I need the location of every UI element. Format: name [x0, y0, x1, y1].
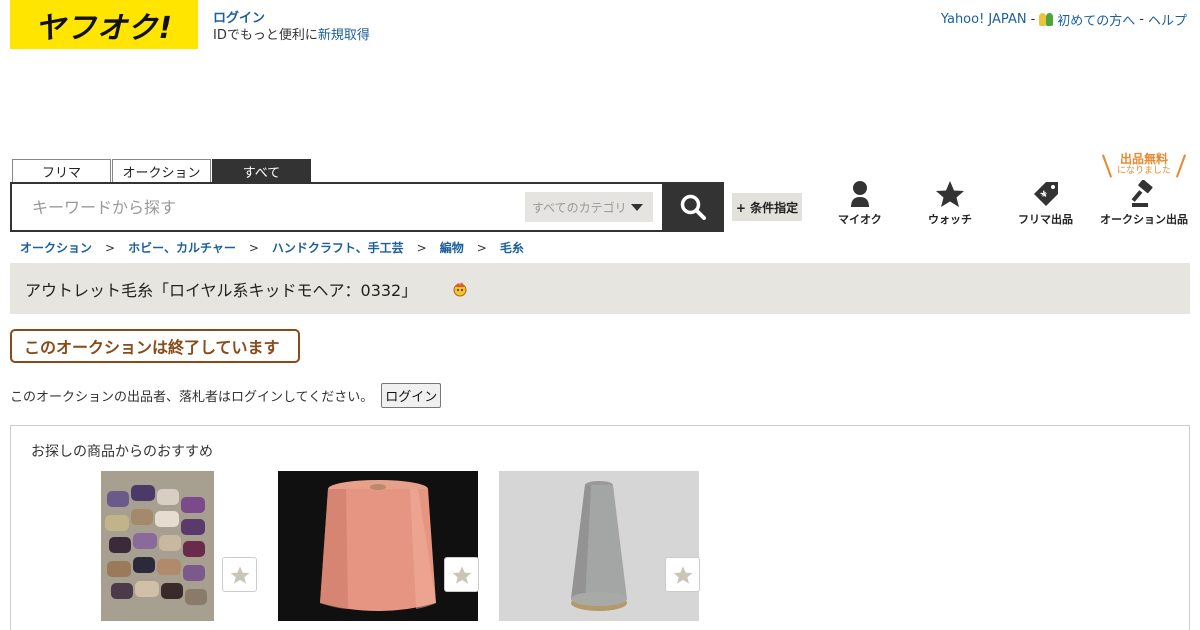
- gavel-icon: [1131, 180, 1153, 207]
- nav-myauction-label: マイオク: [838, 213, 882, 226]
- salmon-cone-image: [278, 471, 478, 621]
- search-box: すべてのカテゴリ: [10, 182, 724, 232]
- login-box: ログイン IDでもっと便利に新規取得: [213, 10, 370, 44]
- yahuoku-logo[interactable]: ヤフオク!: [10, 0, 198, 49]
- nav-myauction[interactable]: マイオク: [838, 180, 882, 227]
- item-title: アウトレット毛糸「ロイヤル系キッドモヘア：0332」: [25, 280, 418, 300]
- price-tag-icon: ¥: [1033, 182, 1058, 206]
- yahoo-japan-link[interactable]: Yahoo! JAPAN: [941, 12, 1027, 27]
- item-title-bar: アウトレット毛糸「ロイヤル系キッドモヘア：0332」: [10, 263, 1190, 314]
- breadcrumb-separator: >: [416, 240, 427, 255]
- breadcrumb: オークション > ホビー、カルチャー > ハンドクラフト、手工芸 > 編物 > …: [20, 239, 524, 256]
- caret-down-icon: [630, 203, 643, 211]
- beginner-leaf-icon: [1039, 12, 1054, 27]
- free-banner-sub: になりました: [1116, 166, 1171, 176]
- tab-all[interactable]: すべて: [212, 159, 311, 183]
- breadcrumb-item[interactable]: 編物: [440, 239, 464, 256]
- product-image-salmon-cone[interactable]: [278, 471, 478, 621]
- product-image-gray-cone[interactable]: [499, 471, 699, 621]
- star-icon: [936, 181, 964, 207]
- breadcrumb-item[interactable]: オークション: [20, 239, 92, 256]
- free-listing-banner[interactable]: 出品無料 になりました: [1101, 152, 1187, 178]
- nav-watch-label: ウォッチ: [928, 213, 972, 226]
- login-link[interactable]: ログイン: [213, 11, 265, 26]
- watch-button[interactable]: [665, 557, 700, 592]
- breadcrumb-item[interactable]: 毛糸: [500, 239, 524, 256]
- breadcrumb-separator: >: [105, 240, 116, 255]
- star-icon: [230, 565, 249, 584]
- breadcrumb-item[interactable]: ホビー、カルチャー: [128, 239, 236, 256]
- help-link[interactable]: ヘルプ: [1148, 10, 1187, 29]
- category-select-value: すべてのカテゴリ: [532, 200, 627, 215]
- login-note-text: このオークションの出品者、落札者はログインしてください。: [10, 390, 374, 405]
- watch-button[interactable]: [444, 557, 479, 592]
- gray-cone-image: [499, 471, 699, 621]
- login-note: このオークションの出品者、落札者はログインしてください。 ログイン: [10, 383, 442, 408]
- breadcrumb-separator: >: [476, 240, 487, 255]
- free-banner-title: 出品無料: [1119, 152, 1168, 166]
- nav-auction-listing[interactable]: オークション出品: [1100, 180, 1188, 227]
- yarn-skeins-image: [101, 471, 214, 621]
- condition-button[interactable]: + 条件指定: [732, 193, 802, 221]
- hot-item-icon: [453, 281, 467, 296]
- product-image-yarn-skeins[interactable]: [101, 471, 214, 621]
- recommendation-heading: お探しの商品からのおすすめ: [31, 444, 213, 460]
- recommendation-panel: お探しの商品からのおすすめ: [10, 425, 1190, 630]
- search-icon: [680, 194, 706, 220]
- breadcrumb-item[interactable]: ハンドクラフト、手工芸: [272, 239, 404, 256]
- watch-button[interactable]: [222, 557, 257, 592]
- login-sub-text: IDでもっと便利に: [213, 28, 318, 43]
- nav-furima-listing-label: フリマ出品: [1018, 213, 1073, 226]
- nav-auction-listing-label: オークション出品: [1100, 213, 1188, 226]
- logo-text: ヤフオク!: [34, 10, 174, 46]
- tab-auction[interactable]: オークション: [112, 159, 211, 183]
- nav-furima-listing[interactable]: ¥ フリマ出品: [1018, 180, 1073, 227]
- separator: -: [1139, 12, 1144, 27]
- register-link[interactable]: 新規取得: [318, 28, 370, 43]
- nav-watch[interactable]: ウォッチ: [928, 180, 972, 227]
- star-icon: [452, 565, 471, 584]
- login-button[interactable]: ログイン: [381, 383, 442, 408]
- auction-ended-badge: このオークションは終了しています: [10, 329, 300, 363]
- top-links: Yahoo! JAPAN - 初めての方へ - ヘルプ: [941, 10, 1187, 29]
- person-icon: [850, 181, 869, 207]
- tab-furima[interactable]: フリマ: [12, 159, 111, 183]
- category-select[interactable]: すべてのカテゴリ: [525, 192, 653, 222]
- breadcrumb-separator: >: [248, 240, 259, 255]
- beginners-link[interactable]: 初めての方へ: [1057, 10, 1135, 29]
- separator: -: [1030, 12, 1036, 27]
- search-button[interactable]: [662, 182, 724, 232]
- login-sub: IDでもっと便利に新規取得: [213, 27, 370, 44]
- star-icon: [673, 565, 692, 584]
- nav-icons: マイオク ウォッチ ¥ フリマ出品 オークション出品: [820, 180, 1200, 230]
- search-tabs: フリマ オークション すべて: [12, 159, 311, 183]
- search-input[interactable]: [32, 197, 512, 217]
